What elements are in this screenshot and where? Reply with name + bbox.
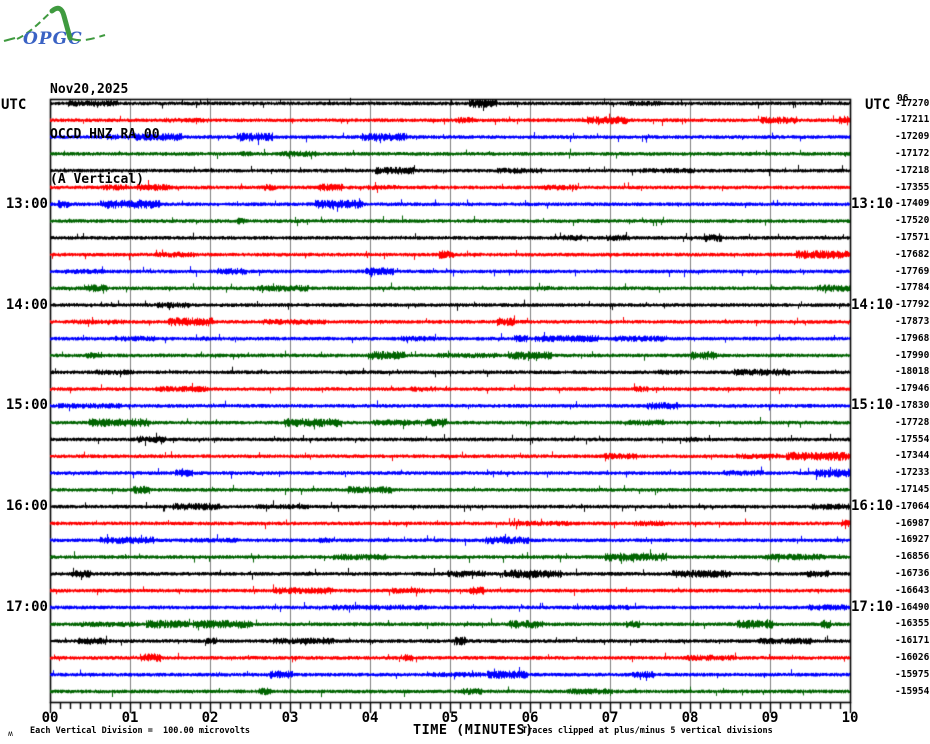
trace-offset-value: -17233 (895, 467, 930, 479)
trace-offset-value: -17682 (895, 248, 930, 260)
trace-offset-value: -17218 (895, 164, 930, 176)
vertical-division-note: Each Vertical Division = 100.00 microvol… (30, 726, 251, 736)
right-time-label: 13:10 (851, 195, 894, 212)
right-time-label: 15:10 (851, 397, 894, 414)
helicorder-page: OPGC Nov20,2025 OCCD HNZ RA 00 (A Vertic… (0, 0, 930, 744)
trace-offset-value: -17209 (895, 131, 930, 143)
micro-glyph-artifact: ʍ (8, 729, 13, 738)
trace-offset-value: -17344 (895, 450, 930, 462)
trace-offset-value: -17172 (895, 147, 930, 159)
trace-offset-value: -17409 (895, 198, 930, 210)
trace-offset-value: -17873 (895, 315, 930, 327)
plot-header: Nov20,2025 OCCD HNZ RA 00 (A Vertical) (50, 52, 160, 217)
trace-offset-value: -17769 (895, 265, 930, 277)
trace-offset-value: -17571 (895, 231, 930, 243)
trace-offset-value: -17554 (895, 433, 930, 445)
trace-offset-value: -16736 (895, 567, 930, 579)
left-time-label: 13:00 (5, 195, 48, 212)
x-tick-label: 02 (201, 710, 219, 726)
trace-offset-value: -16856 (895, 551, 930, 563)
right-time-label: 17:10 (851, 599, 894, 615)
utc-axis-title-right: UTC (865, 97, 891, 113)
left-time-label: 14:00 (5, 296, 48, 313)
trace-offset-value: -17270 (895, 97, 930, 109)
left-time-label: 15:00 (5, 397, 48, 414)
trace-offset-value: -16987 (895, 517, 930, 529)
x-tick-label: 00 (41, 710, 59, 726)
x-tick-label: 09 (761, 710, 779, 726)
trace-offset-value: -16927 (895, 534, 930, 546)
x-tick-label: 01 (121, 710, 139, 726)
clip-note: Traces clipped at plus/minus 5 vertical … (522, 726, 773, 736)
x-tick-label: 10 (841, 710, 859, 726)
x-tick-label: 04 (361, 710, 379, 726)
left-time-label: 17:00 (5, 599, 48, 615)
trace-offset-value: -17830 (895, 399, 930, 411)
trace-offset-value: -16026 (895, 651, 930, 663)
trace-offset-value: -17520 (895, 215, 930, 227)
x-axis-title: TIME (MINUTES) (413, 722, 534, 738)
trace-offset-value: -17064 (895, 500, 930, 512)
x-tick-label: 08 (681, 710, 699, 726)
trace-offset-value: -17211 (895, 114, 930, 126)
component-label: (A Vertical) (50, 172, 144, 187)
trace-offset-value: -15954 (895, 685, 930, 697)
trace-offset-value: -17990 (895, 349, 930, 361)
x-tick-label: 03 (281, 710, 299, 726)
trace-offset-value: -17728 (895, 416, 930, 428)
station-label: OCCD HNZ RA 00 (50, 127, 160, 142)
trace-offset-value: -16171 (895, 635, 930, 647)
trace-offset-value: -16355 (895, 618, 930, 630)
trace-offset-value: -17355 (895, 181, 930, 193)
opgc-logo: OPGC (3, 5, 106, 49)
utc-axis-title-left: UTC (1, 97, 27, 113)
date-label: Nov20,2025 (50, 82, 129, 97)
trace-offset-value: -17784 (895, 282, 930, 294)
x-tick-label: 07 (601, 710, 619, 726)
trace-offset-value: -15975 (895, 668, 930, 680)
right-time-label: 14:10 (851, 296, 894, 313)
trace-offset-value: -16643 (895, 584, 930, 596)
trace-offset-value: -17792 (895, 299, 930, 311)
trace-offset-value: -18018 (895, 366, 930, 378)
left-time-label: 16:00 (5, 498, 48, 515)
trace-offset-value: -17946 (895, 383, 930, 395)
trace-offset-value: -16490 (895, 601, 930, 613)
trace-offset-value: -17968 (895, 332, 930, 344)
trace-offset-value: -17145 (895, 483, 930, 495)
right-time-label: 16:10 (851, 498, 894, 515)
